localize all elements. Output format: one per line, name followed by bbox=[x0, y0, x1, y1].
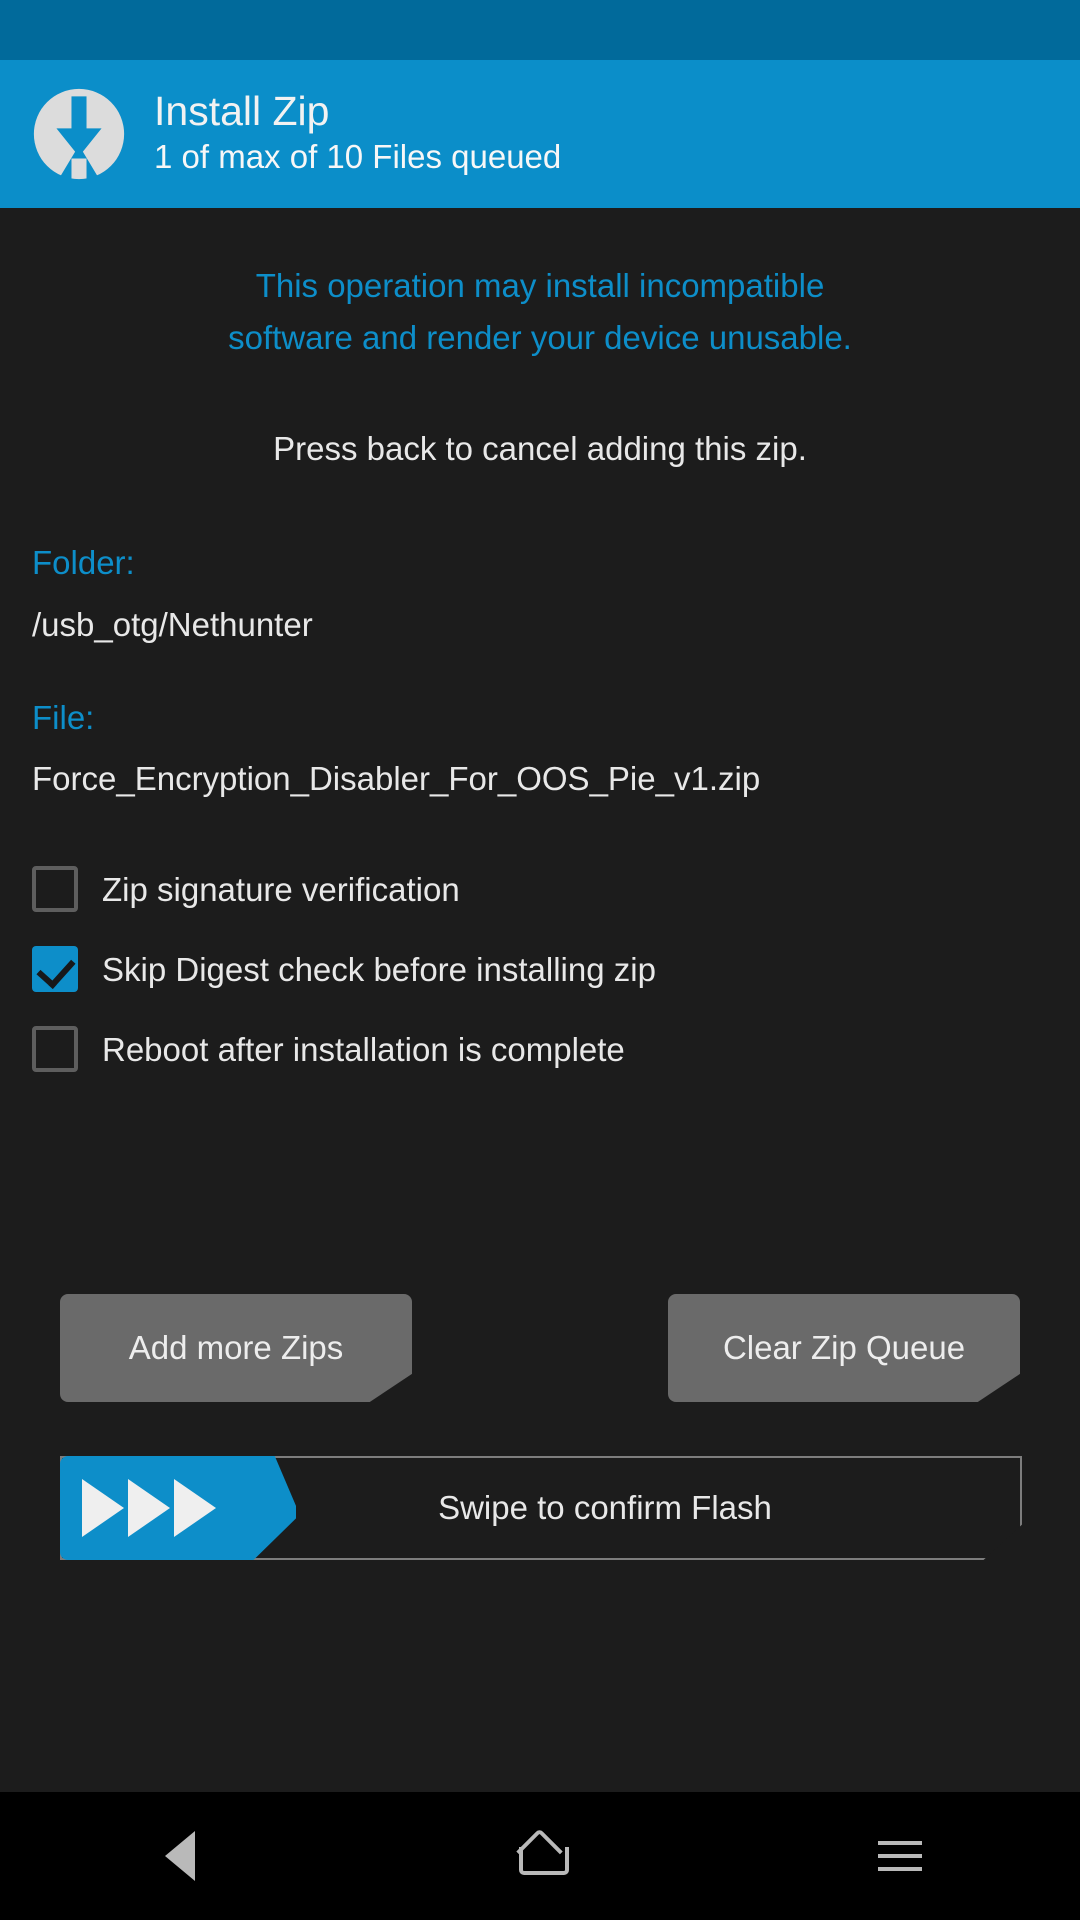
checkbox-row-skip-digest-check[interactable]: Skip Digest check before installing zip bbox=[32, 929, 1048, 1009]
play-triangle-icon bbox=[174, 1479, 216, 1537]
swipe-thumb[interactable] bbox=[60, 1456, 296, 1560]
clear-zip-queue-button[interactable]: Clear Zip Queue bbox=[668, 1294, 1020, 1402]
warning-line-1: This operation may install incompatible bbox=[255, 267, 825, 304]
folder-field: Folder: /usb_otg/Nethunter bbox=[32, 542, 1048, 647]
checkbox-reboot-after-install[interactable] bbox=[32, 1026, 78, 1073]
checkbox-label-zip-signature-verification: Zip signature verification bbox=[102, 870, 460, 908]
nav-menu-button[interactable] bbox=[840, 1792, 960, 1920]
header-text-group: Install Zip 1 of max of 10 Files queued bbox=[154, 86, 561, 182]
page-title: Install Zip bbox=[154, 87, 330, 134]
queue-status: 1 of max of 10 Files queued bbox=[154, 137, 562, 175]
warning-line-2: software and render your device unusable… bbox=[228, 318, 852, 356]
android-navigation-bar bbox=[0, 1792, 1080, 1920]
add-more-zips-button[interactable]: Add more Zips bbox=[60, 1294, 412, 1402]
nav-home-button[interactable] bbox=[480, 1792, 600, 1920]
play-triangle-icon bbox=[82, 1479, 124, 1537]
file-label: File: bbox=[32, 698, 95, 736]
folder-label: Folder: bbox=[32, 543, 135, 581]
checkbox-label-reboot-after-install: Reboot after installation is complete bbox=[102, 1030, 625, 1068]
menu-icon bbox=[878, 1841, 922, 1871]
file-value: Force_Encryption_Disabler_For_OOS_Pie_v1… bbox=[32, 760, 761, 798]
options-list: Zip signature verification Skip Digest c… bbox=[32, 849, 1048, 1089]
nav-back-button[interactable] bbox=[120, 1792, 240, 1920]
checkbox-row-zip-signature-verification[interactable]: Zip signature verification bbox=[32, 849, 1048, 929]
checkbox-row-reboot-after-install[interactable]: Reboot after installation is complete bbox=[32, 1009, 1048, 1089]
main-content: This operation may install incompatible … bbox=[0, 208, 1080, 1792]
swipe-label: Swipe to confirm Flash bbox=[438, 1489, 772, 1526]
checkbox-zip-signature-verification[interactable] bbox=[32, 866, 78, 913]
file-field: File: Force_Encryption_Disabler_For_OOS_… bbox=[32, 697, 1048, 802]
home-icon bbox=[519, 1837, 569, 1875]
status-bar bbox=[0, 0, 1080, 60]
back-triangle-icon bbox=[165, 1831, 195, 1881]
twrp-logo-icon bbox=[33, 88, 125, 181]
twrp-install-zip-screen: Install Zip 1 of max of 10 Files queued … bbox=[0, 0, 1080, 1920]
app-header: Install Zip 1 of max of 10 Files queued bbox=[0, 60, 1080, 208]
warning-message: This operation may install incompatible … bbox=[32, 260, 1048, 364]
press-back-hint: Press back to cancel adding this zip. bbox=[273, 429, 807, 467]
play-triangle-icon bbox=[128, 1479, 170, 1537]
swipe-to-confirm-flash[interactable]: Swipe to confirm Flash bbox=[60, 1456, 1022, 1560]
action-button-row: Add more Zips Clear Zip Queue bbox=[60, 1294, 1020, 1402]
checkbox-label-skip-digest-check: Skip Digest check before installing zip bbox=[102, 950, 656, 988]
checkbox-skip-digest-check[interactable] bbox=[32, 946, 78, 993]
folder-value: /usb_otg/Nethunter bbox=[32, 605, 313, 643]
